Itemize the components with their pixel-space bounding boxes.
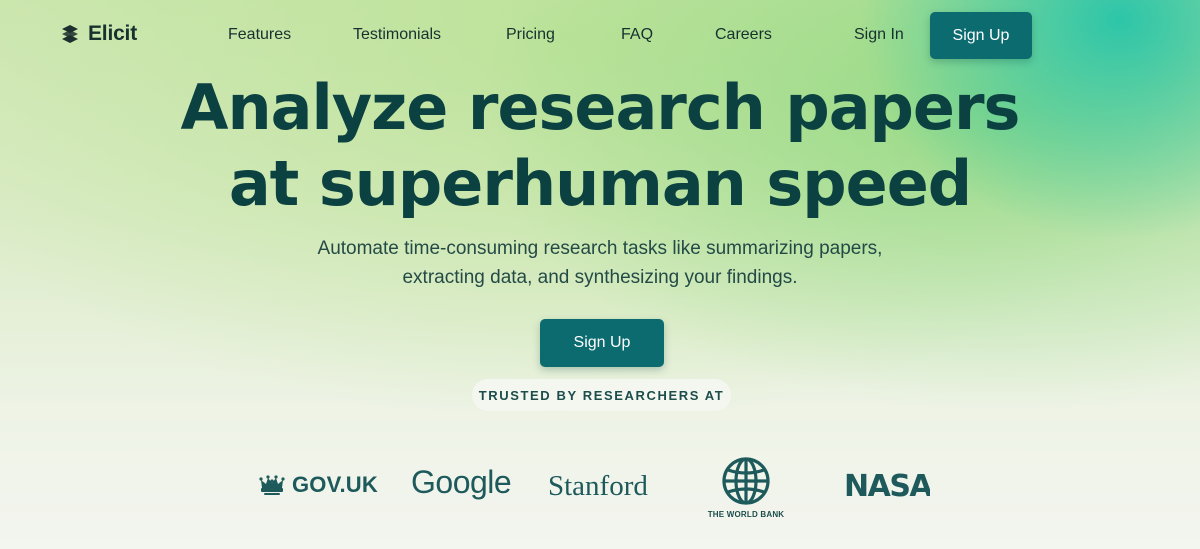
sign-in-link[interactable]: Sign In (854, 26, 904, 44)
nav-sign-up-button[interactable]: Sign Up (930, 12, 1032, 59)
hero-headline: Analyze research papers at superhuman sp… (0, 70, 1200, 222)
subtext-line-1: Automate time-consuming research tasks l… (317, 238, 883, 259)
headline-line-2: at superhuman speed (228, 147, 972, 220)
nav-link-pricing[interactable]: Pricing (506, 26, 555, 44)
headline-line-1: Analyze research papers (180, 71, 1021, 144)
nav-link-features[interactable]: Features (228, 26, 291, 44)
elicit-logo-icon (62, 25, 78, 43)
nav-link-careers[interactable]: Careers (715, 26, 772, 44)
nav-link-testimonials[interactable]: Testimonials (353, 26, 441, 44)
gov-uk-logo: GOV.UK (258, 472, 378, 498)
globe-icon (722, 457, 770, 505)
stanford-logo: Stanford (548, 470, 648, 502)
hero-sign-up-button[interactable]: Sign Up (540, 319, 664, 367)
crown-icon (259, 475, 285, 495)
world-bank-text: THE WORLD BANK (707, 510, 785, 519)
nav-link-faq[interactable]: FAQ (621, 26, 653, 44)
hero-subtext: Automate time-consuming research tasks l… (0, 234, 1200, 292)
brand-logo[interactable]: Elicit (60, 22, 137, 46)
top-navigation: Elicit Features Testimonials Pricing FAQ… (0, 0, 1200, 70)
nasa-logo: NASA (844, 472, 930, 498)
gov-uk-text: GOV.UK (292, 472, 378, 497)
brand-name: Elicit (88, 22, 137, 45)
world-bank-logo: THE WORLD BANK (700, 456, 792, 519)
subtext-line-2: extracting data, and synthesizing your f… (402, 267, 798, 288)
trusted-by-badge: TRUSTED BY RESEARCHERS AT (472, 379, 731, 411)
google-logo: Google (411, 464, 512, 500)
svg-text:NASA: NASA (844, 472, 930, 498)
nasa-worm-wordmark: NASA (844, 472, 930, 498)
